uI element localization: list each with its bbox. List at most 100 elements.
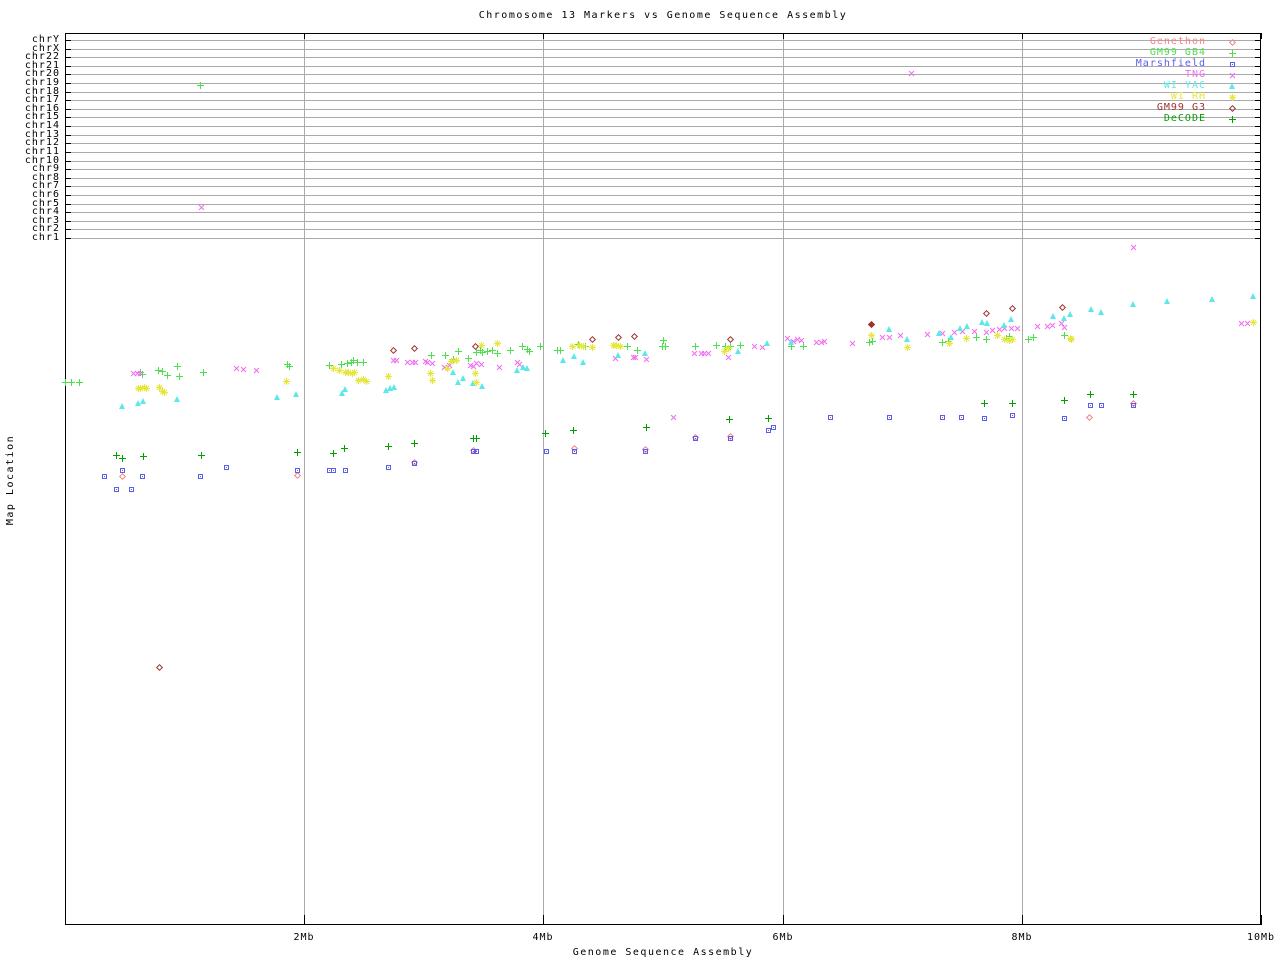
data-point-marker-plus (634, 347, 641, 354)
y-tick-right (1255, 238, 1261, 239)
y-tick-right (1255, 229, 1261, 230)
data-point-marker-square-dot (939, 414, 946, 421)
data-point-marker-x (751, 343, 758, 350)
data-point-marker-plus (1130, 391, 1137, 398)
data-point-marker-triangle (1229, 83, 1236, 90)
data-point-marker-square-dot (1130, 402, 1137, 409)
data-point-marker-plus (542, 430, 549, 437)
y-tick-left (65, 100, 71, 101)
data-point-marker-star (363, 378, 370, 385)
data-point-marker-triangle (460, 375, 467, 382)
data-point-marker-square-dot (1098, 402, 1105, 409)
data-point-marker-x (879, 334, 886, 341)
data-point-marker-plus (473, 435, 480, 442)
y-tick-right (1255, 143, 1261, 144)
data-point-marker-star (161, 389, 168, 396)
data-point-marker-star (569, 343, 576, 350)
data-point-marker-triangle (174, 396, 181, 403)
data-point-marker-triangle (936, 330, 943, 337)
y-tick-right (1255, 221, 1261, 222)
data-point-marker-x (496, 364, 503, 371)
data-point-marker-diamond (389, 346, 398, 355)
data-point-marker-plus (765, 415, 772, 422)
x-tick-bottom (1022, 915, 1023, 925)
data-point-marker-x (1061, 324, 1068, 331)
y-tick-right (1255, 83, 1261, 84)
y-tick-right (1255, 117, 1261, 118)
data-point-marker-x (429, 360, 436, 367)
x-tick-bottom (1261, 915, 1262, 925)
data-point-marker-diamond (410, 344, 419, 353)
data-point-marker-triangle (764, 340, 771, 347)
data-point-marker-star (904, 344, 911, 351)
data-point-marker-triangle (560, 357, 567, 364)
data-point-marker-x (643, 356, 650, 363)
y-tick-left (65, 109, 71, 110)
y-tick-right (1255, 135, 1261, 136)
data-point-marker-plus (330, 450, 337, 457)
data-point-marker-triangle (571, 353, 578, 360)
data-point-marker-triangle (391, 384, 398, 391)
data-point-marker-square-dot (770, 424, 777, 431)
data-point-marker-triangle (293, 391, 300, 398)
data-point-marker-triangle (580, 359, 587, 366)
data-point-marker-square-dot (886, 414, 893, 421)
data-point-marker-x (233, 365, 240, 372)
data-point-marker-plus (198, 452, 205, 459)
data-point-marker-x (798, 337, 805, 344)
data-point-marker-plus (385, 443, 392, 450)
data-point-marker-triangle (984, 320, 991, 327)
data-point-marker-plus (1009, 400, 1016, 407)
x-tick-bottom (304, 915, 305, 925)
data-point-marker-triangle (1164, 298, 1171, 305)
legend-label-tng: TNG (1184, 69, 1206, 80)
data-point-marker-triangle (957, 325, 964, 332)
data-point-marker-star (1009, 336, 1016, 343)
data-point-marker-x (691, 350, 698, 357)
data-point-marker-star (143, 385, 150, 392)
x-tick-label: 2Mb (293, 932, 315, 943)
y-tick-right (1255, 186, 1261, 187)
data-point-marker-plus (140, 453, 147, 460)
y-tick-right (1255, 100, 1261, 101)
x-tick-bottom (783, 915, 784, 925)
data-point-marker-plus (713, 342, 720, 349)
y-tick-left (65, 229, 71, 230)
data-point-marker-diamond (471, 342, 480, 351)
y-tick-left (65, 212, 71, 213)
data-point-marker-plus (800, 343, 807, 350)
x-tick-top (1261, 33, 1262, 39)
data-point-marker-x (821, 338, 828, 345)
y-tick-left (65, 57, 71, 58)
data-point-marker-triangle (1067, 311, 1074, 318)
data-point-marker-x (971, 328, 978, 335)
data-point-marker-plus (200, 369, 207, 376)
legend-label-marshfield: Marshfield (1135, 58, 1206, 69)
data-point-marker-star (1250, 319, 1257, 326)
data-point-marker-diamond (118, 472, 127, 481)
data-point-marker-triangle (615, 352, 622, 359)
legend-label-wi-yac: WI YAC (1163, 80, 1206, 91)
y-tick-right (1255, 126, 1261, 127)
chart-page: Chromosome 13 Markers vs Genome Sequence… (0, 0, 1280, 960)
data-point-marker-x (908, 70, 915, 77)
data-point-marker-plus (662, 343, 669, 350)
data-point-marker-star (427, 370, 434, 377)
data-point-marker-plus (286, 363, 293, 370)
data-point-marker-square-dot (727, 435, 734, 442)
data-point-marker-square-dot (294, 467, 301, 474)
y-tick-left (65, 178, 71, 179)
y-tick-right (1255, 204, 1261, 205)
data-point-marker-diamond (982, 309, 991, 318)
data-point-marker-star (725, 345, 732, 352)
data-point-marker-plus (981, 400, 988, 407)
data-point-marker-plus (624, 343, 631, 350)
data-point-marker-triangle (904, 336, 911, 343)
data-point-marker-square-dot (128, 486, 135, 493)
data-point-marker-triangle (479, 383, 486, 390)
y-tick-left (65, 221, 71, 222)
data-point-marker-star (994, 332, 1001, 339)
data-point-marker-triangle (450, 369, 457, 376)
data-point-marker-triangle (1050, 313, 1057, 320)
data-point-marker-triangle (119, 403, 126, 410)
